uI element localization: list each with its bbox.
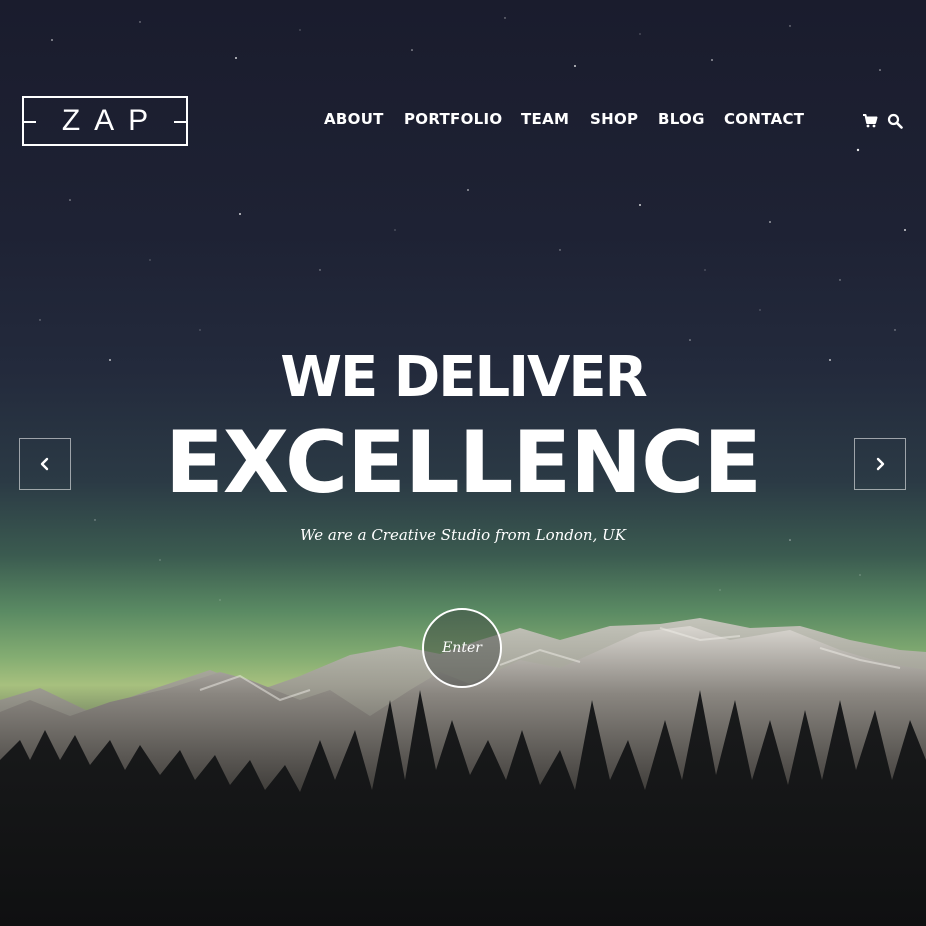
enter-button[interactable]: Enter [422, 608, 502, 688]
chevron-right-icon [876, 457, 885, 471]
hero-headline-line2: EXCELLENCE [164, 413, 762, 513]
hero-tagline: We are a Creative Studio from London, UK [300, 526, 626, 544]
nav-item-shop[interactable]: SHOP [590, 110, 638, 128]
search-icon[interactable] [887, 113, 903, 129]
main-nav: ABOUT PORTFOLIO TEAM SHOP BLOG CONTACT [0, 110, 926, 136]
nav-item-portfolio[interactable]: PORTFOLIO [404, 110, 502, 128]
nav-item-blog[interactable]: BLOG [658, 110, 705, 128]
cart-icon[interactable] [862, 113, 878, 129]
chevron-left-icon [40, 457, 49, 471]
nav-item-about[interactable]: ABOUT [324, 110, 384, 128]
enter-button-label: Enter [442, 640, 482, 656]
nav-item-team[interactable]: TEAM [521, 110, 569, 128]
slider-prev-button[interactable] [19, 438, 71, 490]
slider-next-button[interactable] [854, 438, 906, 490]
hero-headline-line1: WE DELIVER [280, 345, 648, 410]
hero-slide: ZAP ABOUT PORTFOLIO TEAM SHOP BLOG CONTA… [0, 0, 926, 926]
nav-item-contact[interactable]: CONTACT [724, 110, 804, 128]
